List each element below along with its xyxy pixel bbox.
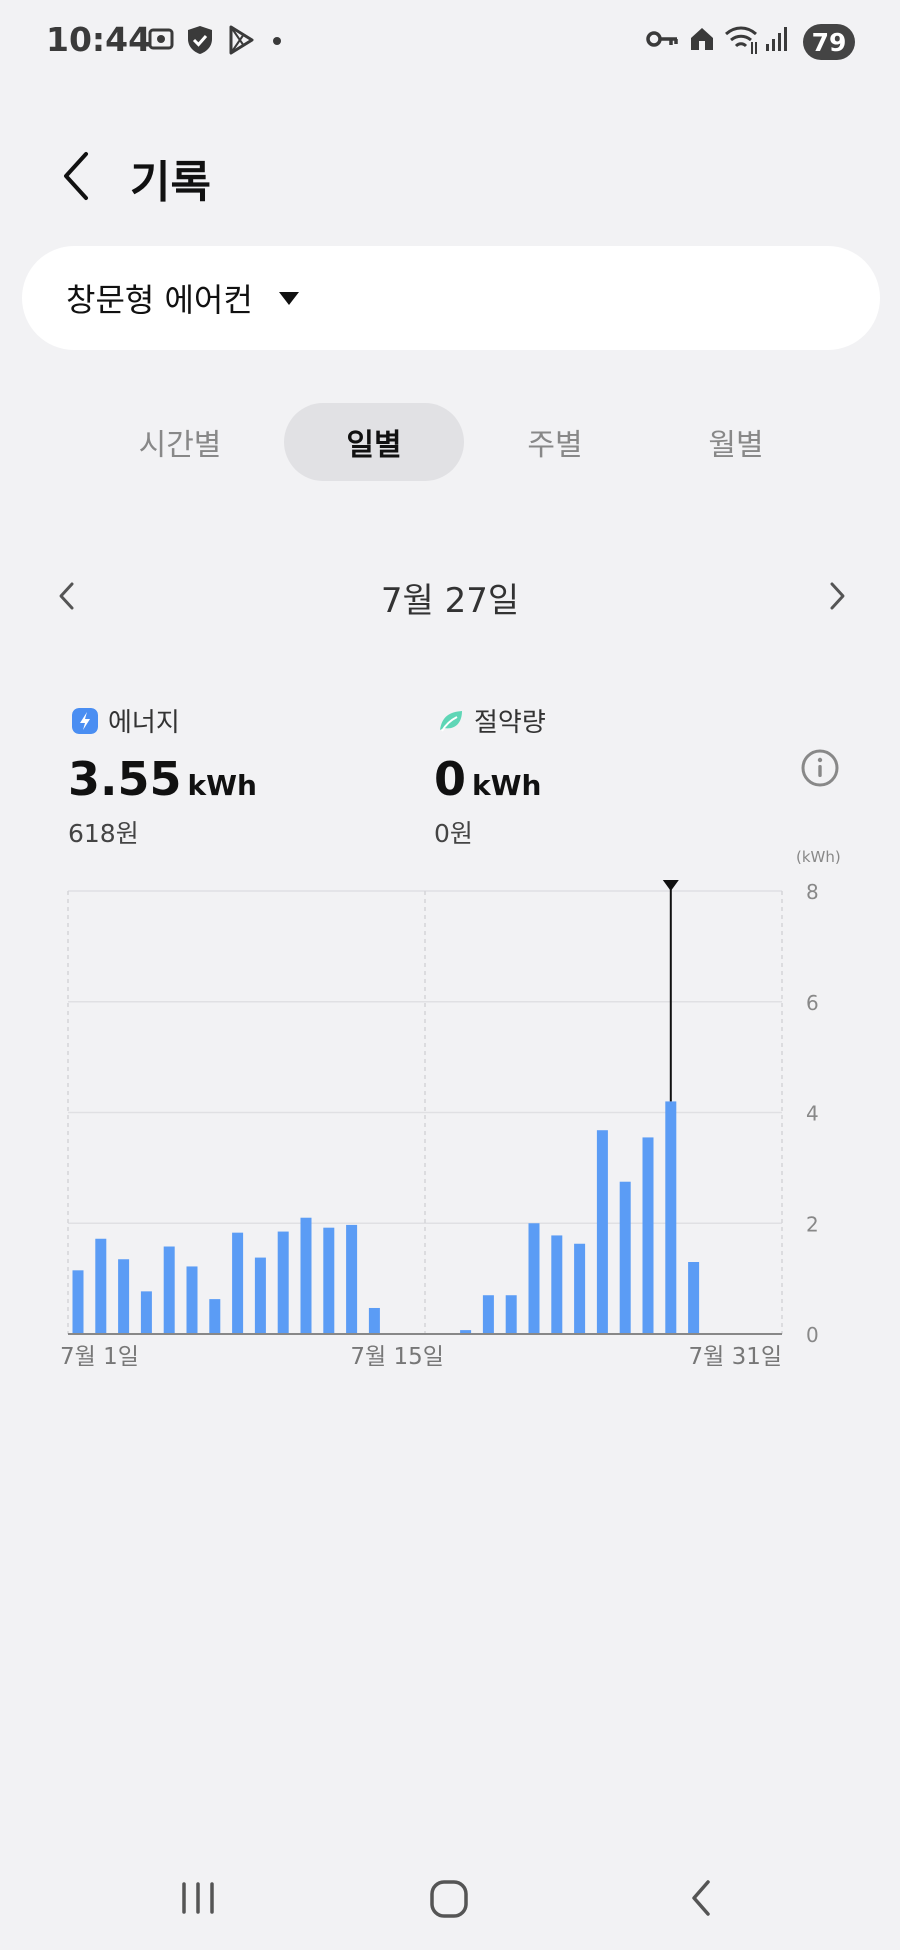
- bar-day-4: [140, 1291, 152, 1334]
- tab-hourly[interactable]: 시간별: [90, 403, 270, 481]
- recent-apps-button[interactable]: [178, 1878, 218, 1918]
- bar-day-9: [254, 1257, 266, 1334]
- bar-day-19: [482, 1295, 494, 1334]
- bar-day-28: [688, 1262, 700, 1334]
- bar-day-1: [72, 1270, 84, 1334]
- y-unit-label: (kWh): [796, 848, 841, 866]
- saving-label: 절약량: [474, 708, 546, 738]
- key-icon: [646, 31, 678, 47]
- home-button[interactable]: [428, 1878, 470, 1920]
- bar-day-12: [323, 1227, 335, 1334]
- saving-unit: kWh: [472, 769, 542, 802]
- energy-unit: kWh: [187, 769, 257, 802]
- energy-value-row: 3.55 kWh: [68, 752, 257, 806]
- bar-day-21: [528, 1223, 540, 1334]
- saving-value: 0: [434, 752, 467, 806]
- bar-day-26: [642, 1137, 654, 1334]
- tab-monthly[interactable]: 월별: [646, 403, 826, 481]
- bar-day-7: [209, 1299, 221, 1334]
- bar-day-14: [368, 1307, 380, 1334]
- bar-day-6: [186, 1266, 198, 1334]
- y-tick-label: 2: [806, 1212, 819, 1236]
- y-tick-label: 8: [806, 880, 819, 904]
- y-tick-label: 0: [806, 1323, 819, 1347]
- info-button[interactable]: [800, 748, 840, 788]
- saving-label-row: 절약량: [438, 702, 546, 739]
- saving-value-row: 0 kWh: [434, 752, 541, 806]
- play-store-icon: [229, 25, 254, 55]
- notification-dot-icon: [273, 37, 281, 45]
- energy-label: 에너지: [108, 708, 180, 738]
- next-date-button[interactable]: [822, 576, 852, 616]
- shield-check-icon: [188, 26, 212, 54]
- bar-day-13: [346, 1224, 358, 1334]
- bar-day-27: [665, 1101, 677, 1334]
- x-tick-label: 7월 31일: [688, 1344, 782, 1370]
- energy-value: 3.55: [68, 752, 182, 806]
- caret-down-icon: [278, 291, 299, 305]
- bar-day-2: [95, 1238, 107, 1334]
- wifi-icon: [725, 26, 757, 54]
- tab-daily[interactable]: 일별: [284, 403, 464, 481]
- bar-day-23: [574, 1243, 586, 1334]
- screenshot-icon: [148, 28, 174, 50]
- bar-day-25: [619, 1181, 631, 1334]
- leaf-icon: [440, 710, 462, 732]
- bar-day-22: [551, 1235, 563, 1334]
- bar-day-5: [163, 1246, 175, 1334]
- selected-date: 7월 27일: [380, 581, 520, 621]
- home-icon: [691, 28, 713, 50]
- bar-day-24: [596, 1130, 608, 1334]
- back-button[interactable]: [56, 150, 96, 202]
- energy-bar-chart[interactable]: 0 2 4 6 8 (kWh) 7월 1일 7월 15일 7월 31일: [0, 840, 900, 1380]
- x-tick-label: 7월 15일: [350, 1344, 444, 1370]
- lightning-icon: [72, 707, 98, 734]
- page-title: 기록: [130, 157, 211, 208]
- device-selector-dropdown[interactable]: 창문형 에어컨: [22, 246, 880, 350]
- selected-day-marker-icon: [662, 880, 679, 891]
- bar-day-20: [505, 1295, 517, 1334]
- status-time: 10:44: [46, 20, 152, 59]
- tab-weekly[interactable]: 주별: [465, 403, 645, 481]
- y-tick-label: 4: [806, 1102, 819, 1126]
- battery-indicator: 79: [803, 24, 855, 60]
- system-back-button[interactable]: [686, 1878, 716, 1918]
- energy-label-row: 에너지: [72, 702, 180, 739]
- bar-day-8: [232, 1232, 244, 1334]
- bar-day-3: [118, 1259, 130, 1334]
- signal-icon: [766, 27, 787, 51]
- bar-day-11: [300, 1217, 312, 1334]
- device-name: 창문형 에어컨: [66, 281, 253, 319]
- bar-day-10: [277, 1231, 289, 1334]
- x-tick-label: 7월 1일: [60, 1344, 139, 1370]
- y-tick-label: 6: [806, 991, 819, 1015]
